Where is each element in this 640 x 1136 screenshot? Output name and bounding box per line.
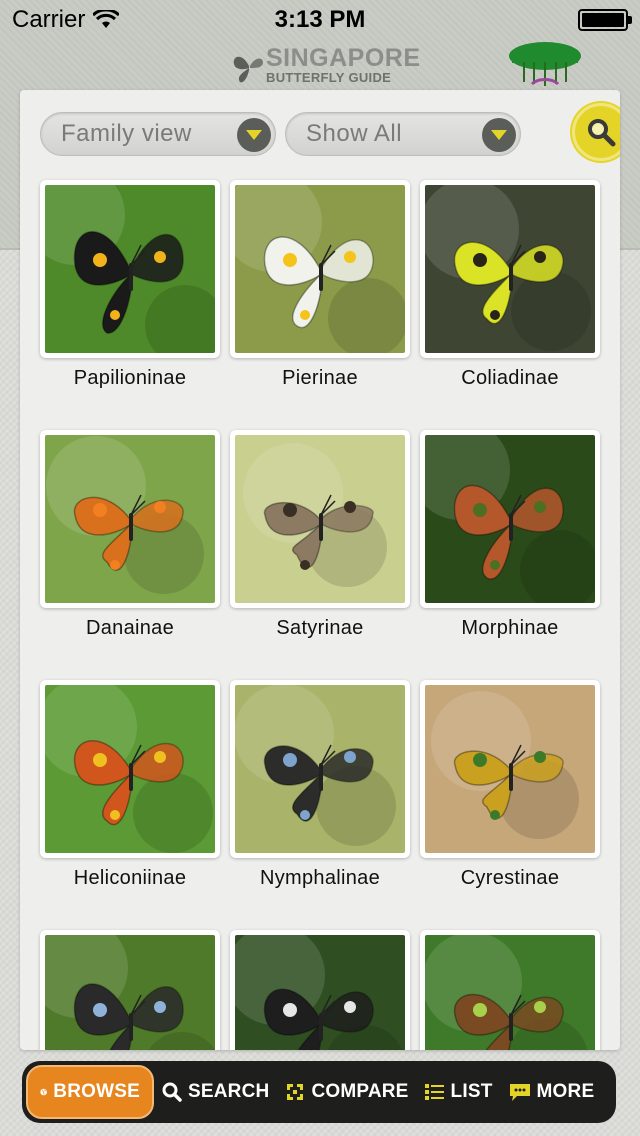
- app-header: SINGAPORE BUTTERFLY GUIDE: [0, 40, 640, 90]
- family-label: Coliadinae: [461, 367, 559, 389]
- family-tile[interactable]: [230, 930, 410, 1050]
- tab-browse[interactable]: BROWSE: [26, 1065, 154, 1119]
- app-logo: SINGAPORE BUTTERFLY GUIDE: [232, 44, 420, 88]
- tab-list-label: LIST: [450, 1081, 493, 1102]
- family-tile[interactable]: Danainae: [40, 430, 220, 640]
- tab-more-label: MORE: [536, 1081, 595, 1102]
- show-select-value: Show All: [306, 120, 403, 147]
- family-label: Nymphalinae: [259, 867, 381, 889]
- family-thumbnail[interactable]: [230, 180, 410, 358]
- butterfly-photo-image: [45, 435, 215, 603]
- family-tile[interactable]: Papilioninae: [40, 180, 220, 390]
- globe-icon: [40, 1088, 47, 1096]
- family-tile[interactable]: Morphinae: [420, 430, 600, 640]
- family-tile[interactable]: Nymphalinae: [230, 680, 410, 890]
- view-select[interactable]: Family view: [40, 112, 276, 156]
- chevron-down-icon: [237, 118, 271, 152]
- butterfly-photo: [45, 435, 215, 603]
- logo-title: SINGAPORE: [266, 44, 421, 72]
- family-thumbnail[interactable]: [420, 180, 600, 358]
- butterfly-logo-icon: [233, 56, 263, 83]
- family-thumbnail[interactable]: [40, 930, 220, 1050]
- family-tile[interactable]: [420, 930, 600, 1050]
- tab-search-label: SEARCH: [188, 1081, 270, 1102]
- butterfly-photo: [45, 935, 215, 1050]
- butterfly-photo-image: [425, 185, 595, 353]
- family-tile[interactable]: Coliadinae: [420, 180, 600, 390]
- family-thumbnail[interactable]: [230, 930, 410, 1050]
- tab-compare-label: COMPARE: [311, 1081, 409, 1102]
- compare-icon: [287, 1084, 304, 1100]
- family-tile[interactable]: Satyrinae: [230, 430, 410, 640]
- tab-browse-label: BROWSE: [53, 1081, 140, 1102]
- family-label: Cyrestinae: [460, 867, 560, 889]
- status-time: 3:13 PM: [274, 6, 366, 33]
- butterfly-photo: [425, 435, 595, 603]
- butterfly-photo: [45, 185, 215, 353]
- family-label: Satyrinae: [276, 617, 364, 639]
- family-label: Pierinae: [282, 367, 358, 389]
- butterfly-photo: [425, 935, 595, 1050]
- family-label: Morphinae: [461, 617, 559, 639]
- chat-bubble-icon: [509, 1084, 530, 1101]
- family-tile[interactable]: Heliconiinae: [40, 680, 220, 890]
- butterfly-photo: [235, 935, 405, 1050]
- butterfly-photo-image: [235, 185, 405, 353]
- show-select[interactable]: Show All: [285, 112, 521, 156]
- butterfly-photo-image: [45, 685, 215, 853]
- browse-panel: Family view Show All Papilioninae Pierina…: [20, 90, 620, 1050]
- family-thumbnail[interactable]: [40, 180, 220, 358]
- butterfly-photo: [45, 685, 215, 853]
- family-thumbnail[interactable]: [420, 680, 600, 858]
- status-bar: Carrier 3:13 PM: [0, 0, 640, 40]
- butterfly-photo-image: [425, 935, 595, 1050]
- tree-logo-icon: [509, 42, 581, 86]
- butterfly-photo-image: [425, 435, 595, 603]
- family-label: Papilioninae: [73, 367, 187, 389]
- family-thumbnail[interactable]: [230, 680, 410, 858]
- family-thumbnail[interactable]: [230, 430, 410, 608]
- view-select-value: Family view: [61, 120, 192, 147]
- family-thumbnail[interactable]: [420, 430, 600, 608]
- butterfly-photo-image: [235, 435, 405, 603]
- butterfly-photo-image: [45, 935, 215, 1050]
- tab-compare[interactable]: COMPARE: [277, 1065, 416, 1119]
- butterfly-photo-image: [425, 685, 595, 853]
- tab-more[interactable]: MORE: [501, 1065, 603, 1119]
- search-icon: [588, 119, 616, 147]
- list-icon: [424, 1084, 444, 1100]
- family-thumbnail[interactable]: [40, 680, 220, 858]
- tab-list[interactable]: LIST: [417, 1065, 501, 1119]
- butterfly-photo: [425, 185, 595, 353]
- filter-bar: Family view Show All: [40, 103, 620, 170]
- family-tile[interactable]: Pierinae: [230, 180, 410, 390]
- butterfly-photo: [235, 685, 405, 853]
- butterfly-photo-image: [45, 185, 215, 353]
- family-label: Danainae: [85, 617, 175, 639]
- family-label: Heliconiinae: [73, 867, 187, 889]
- butterfly-photo-image: [235, 685, 405, 853]
- search-button[interactable]: [572, 103, 620, 161]
- butterfly-photo: [235, 185, 405, 353]
- logo-subtitle: BUTTERFLY GUIDE: [266, 70, 392, 85]
- butterfly-photo: [425, 685, 595, 853]
- family-tile[interactable]: Cyrestinae: [420, 680, 600, 890]
- family-thumbnail[interactable]: [420, 930, 600, 1050]
- chevron-down-icon: [482, 118, 516, 152]
- tab-search[interactable]: SEARCH: [154, 1065, 277, 1119]
- magnifier-icon: [162, 1082, 182, 1102]
- family-thumbnail[interactable]: [40, 430, 220, 608]
- tab-bar: BROWSE SEARCH COMPARE LIST MORE: [22, 1061, 616, 1123]
- family-tile[interactable]: [40, 930, 220, 1050]
- butterfly-photo: [235, 435, 405, 603]
- battery-icon: [578, 9, 632, 31]
- butterfly-photo-image: [235, 935, 405, 1050]
